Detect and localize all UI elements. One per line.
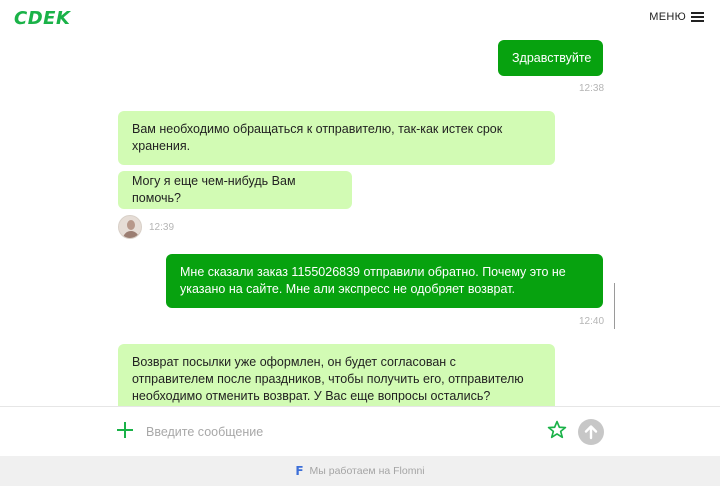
plus-icon[interactable] <box>116 421 134 439</box>
powered-by-text[interactable]: Мы работаем на Flomni <box>310 465 425 477</box>
cdek-logo[interactable]: СDEK <box>14 8 70 29</box>
incoming-message: Могу я еще чем-нибудь Вам помочь? <box>118 171 352 209</box>
operator-avatar <box>118 215 142 239</box>
message-time: 12:38 <box>579 83 605 94</box>
header: СDEK МЕНЮ <box>0 0 720 38</box>
chat-history[interactable]: Здравствуйте 12:38 Вам необходимо обраща… <box>0 38 720 406</box>
outgoing-message: Мне сказали заказ 1155026839 отправили о… <box>166 254 603 308</box>
incoming-message: Вам необходимо обращаться к отправителю,… <box>118 111 555 165</box>
message-composer <box>0 406 720 456</box>
send-button[interactable] <box>578 419 604 445</box>
menu-label: МЕНЮ <box>649 11 686 23</box>
message-time: 12:40 <box>579 316 605 327</box>
scrollbar[interactable] <box>614 283 615 329</box>
star-icon[interactable] <box>546 419 568 441</box>
outgoing-message: Здравствуйте <box>498 40 603 76</box>
incoming-message: Возврат посылки уже оформлен, он будет с… <box>118 344 555 406</box>
flomni-logo: F <box>295 464 304 478</box>
send-arrow-icon <box>584 425 598 440</box>
message-input[interactable] <box>146 421 526 443</box>
powered-by-footer: F Мы работаем на Flomni <box>0 456 720 486</box>
menu-button[interactable]: МЕНЮ <box>649 11 704 23</box>
message-time: 12:39 <box>149 222 175 233</box>
menu-icon <box>691 12 704 22</box>
